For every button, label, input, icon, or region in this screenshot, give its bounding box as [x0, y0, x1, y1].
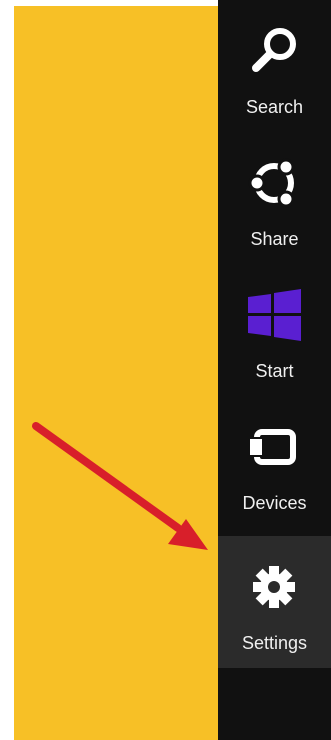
charm-start-label: Start [255, 361, 294, 381]
desktop-background [14, 6, 218, 740]
charm-devices[interactable]: Devices [218, 396, 331, 528]
gear-icon [245, 558, 303, 616]
charm-devices-label: Devices [242, 493, 307, 513]
charm-start[interactable]: Start [218, 264, 331, 396]
charm-share[interactable]: Share [218, 132, 331, 264]
charm-settings[interactable]: Settings [218, 536, 331, 668]
windows-logo-icon [245, 286, 303, 344]
share-icon [245, 154, 303, 212]
charms-bar: Search Share Start Devices Settings [218, 0, 331, 740]
devices-icon [245, 418, 303, 476]
charm-settings-label: Settings [241, 633, 308, 653]
charm-share-label: Share [250, 229, 299, 249]
charm-search-label: Search [245, 97, 304, 117]
pointer-arrow [32, 422, 208, 550]
search-icon [245, 22, 303, 80]
charm-search[interactable]: Search [218, 0, 331, 132]
